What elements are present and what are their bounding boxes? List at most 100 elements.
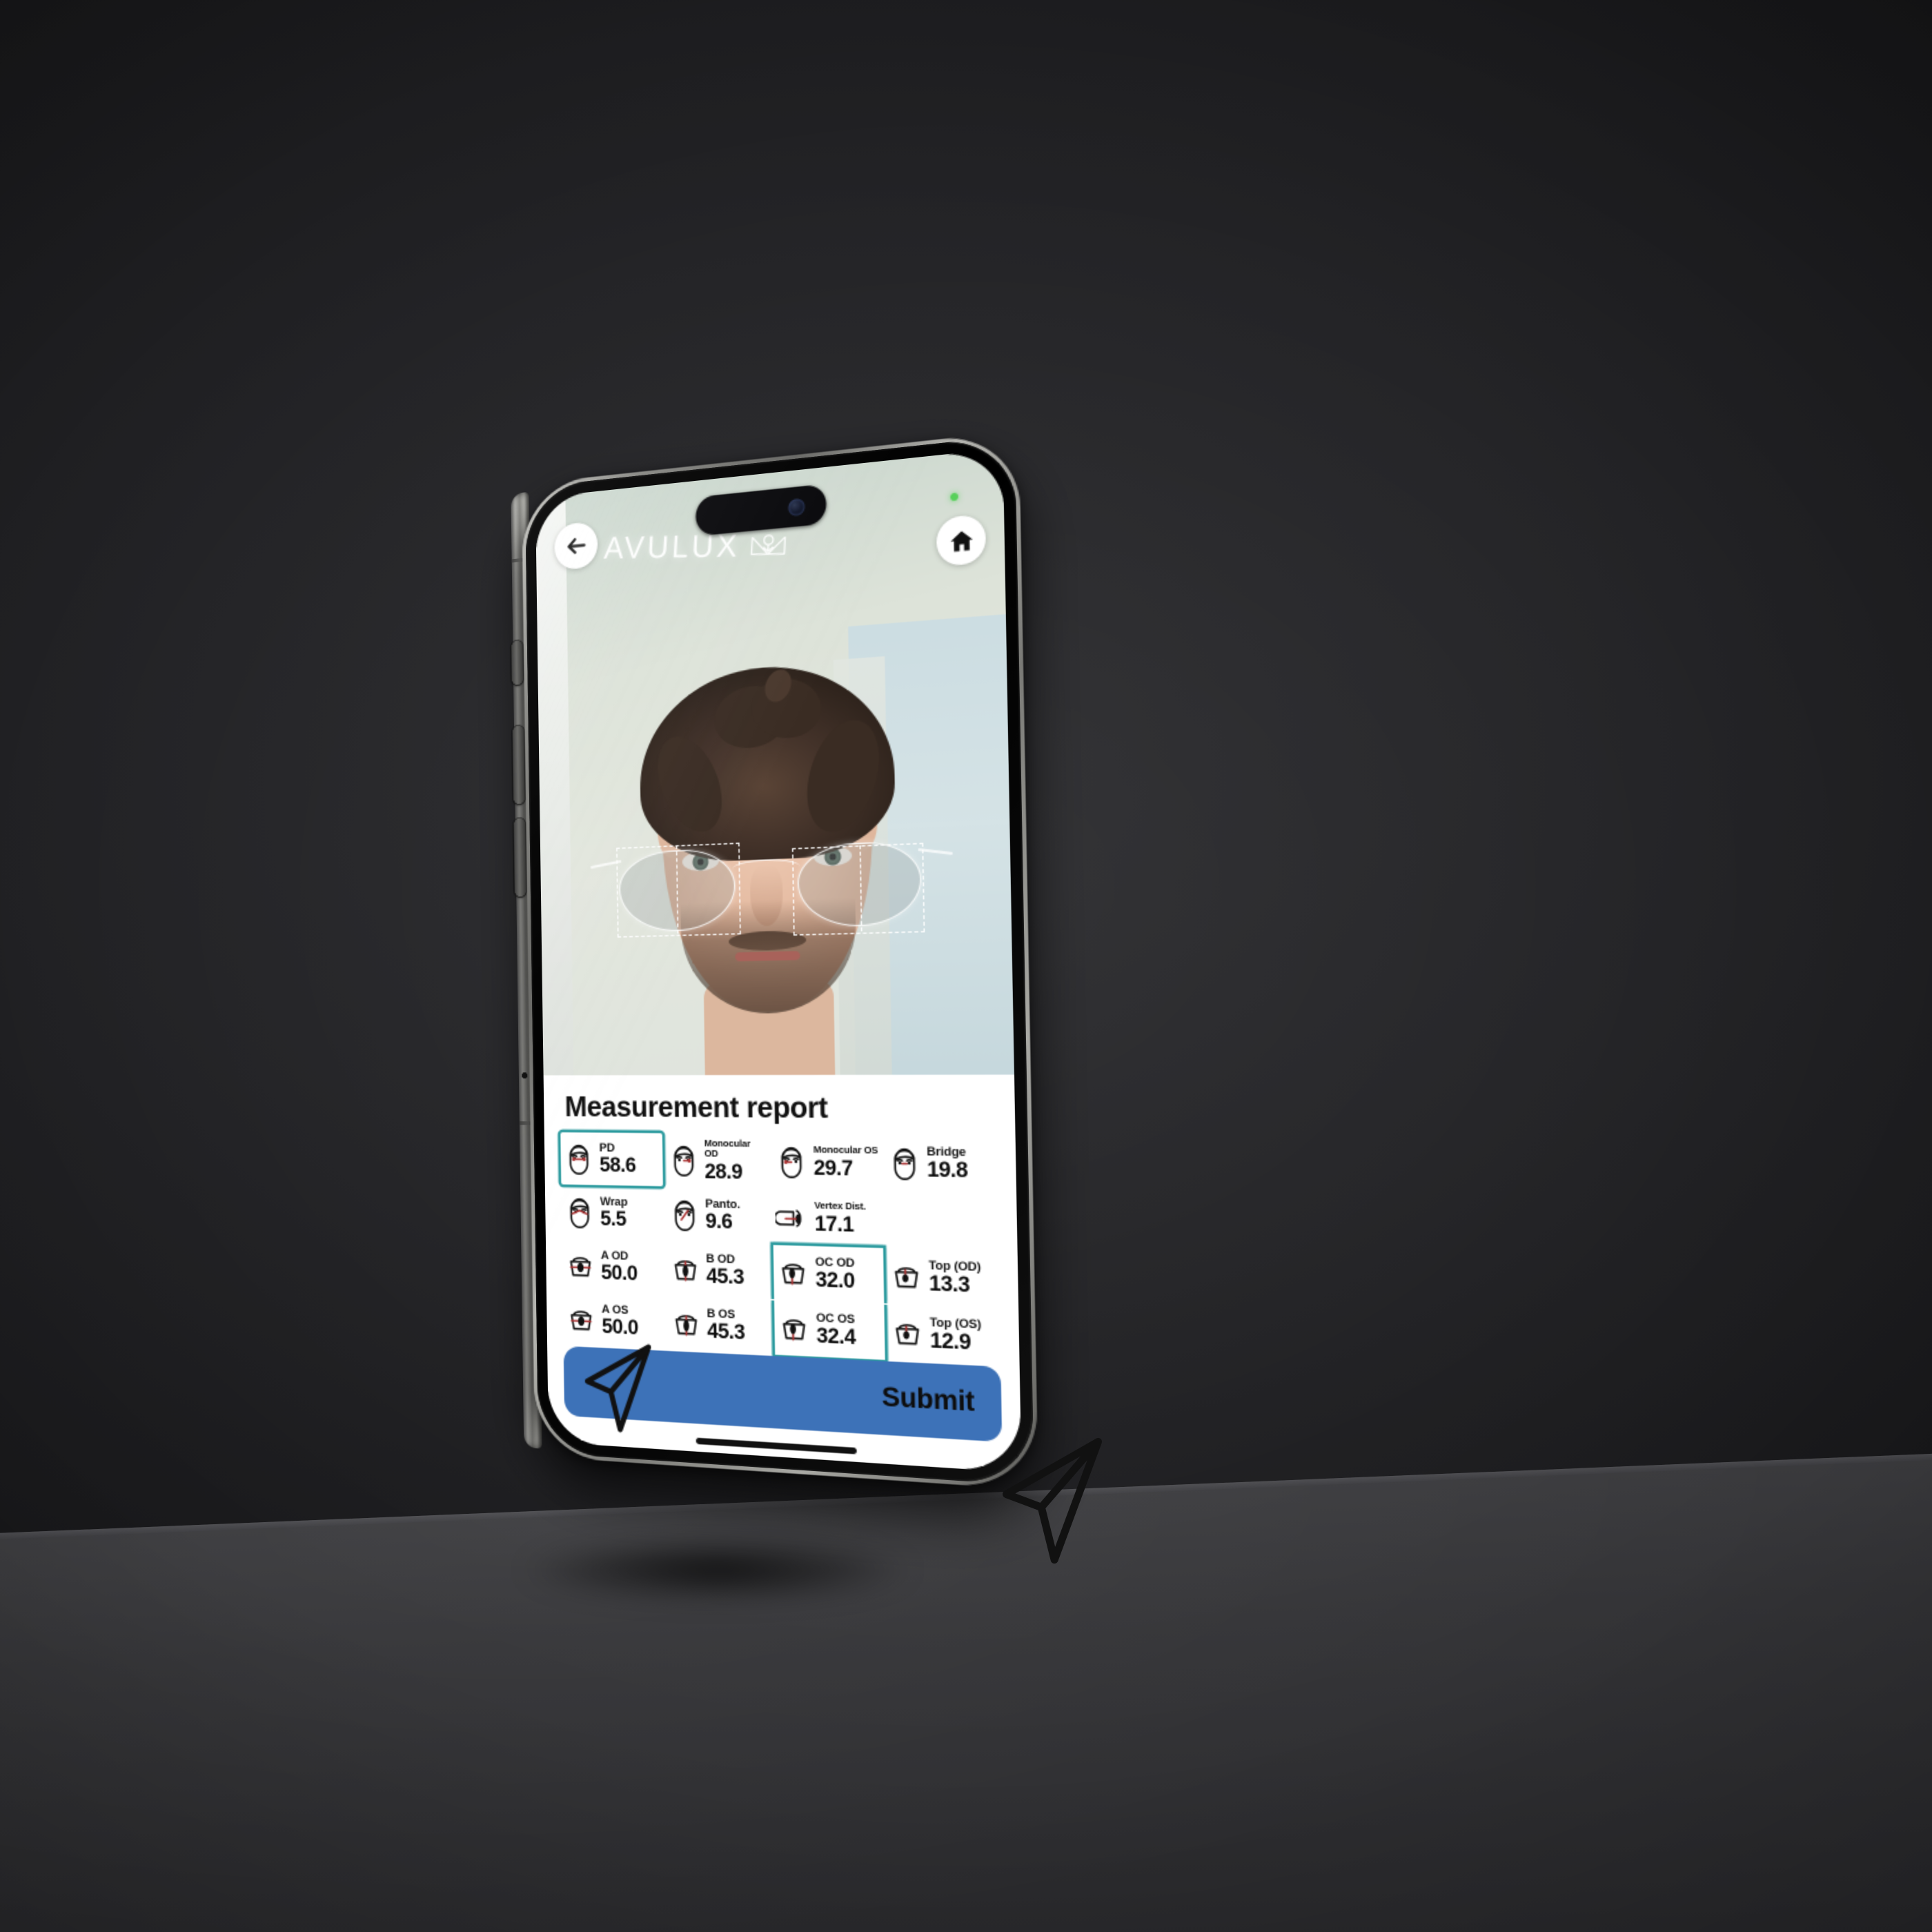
lens-top-os-icon xyxy=(889,1314,925,1352)
measurement-report-panel: Measurement report PD 58.6 Monocular OD 28.… xyxy=(543,1074,1022,1473)
metric-label: Monocular OD xyxy=(704,1136,751,1160)
front-camera-lens xyxy=(788,497,805,516)
metric-label: OC OS xyxy=(816,1310,855,1327)
face-wrap-icon xyxy=(564,1195,595,1230)
face-panto-icon xyxy=(667,1197,700,1232)
metric-value: 45.3 xyxy=(706,1264,745,1290)
volume-down-button[interactable] xyxy=(513,818,526,897)
hair-tuft xyxy=(645,726,735,842)
face-bridge-icon xyxy=(886,1145,922,1181)
metric-vertex-dist: Vertex Dist. 17.1 xyxy=(772,1190,883,1247)
metric-wrap: Wrap 5.5 xyxy=(561,1185,663,1241)
metric-value: 19.8 xyxy=(927,1158,968,1183)
metric-label: Bridge xyxy=(926,1144,967,1160)
camera-preview: AVULUX xyxy=(535,448,1015,1076)
home-indicator xyxy=(696,1437,857,1455)
metric-label: Panto. xyxy=(704,1196,740,1212)
metric-text: Panto. 9.6 xyxy=(704,1196,741,1234)
glasses-temple-right xyxy=(918,848,953,855)
lens-top-od-icon xyxy=(888,1258,924,1294)
metric-text: Monocular OD 28.9 xyxy=(704,1136,768,1184)
hair-tuft xyxy=(710,679,793,755)
metric-value: 17.1 xyxy=(814,1212,854,1236)
lens-top-os-icon xyxy=(889,1314,925,1352)
lens-a-od-icon xyxy=(564,1248,597,1283)
room-wall-right xyxy=(848,614,1015,1075)
metric-b-os: B OS 45.3 xyxy=(667,1297,773,1354)
phone-mockup: AVULUX Measurement report PD 58.6 Monocu… xyxy=(497,431,1038,1490)
back-button[interactable] xyxy=(554,521,598,571)
lens-a-od-icon xyxy=(564,1248,597,1283)
metrics-grid: PD 58.6 Monocular OD 28.9 Monocular OS 29.7 Br… xyxy=(560,1132,1000,1366)
face-monocular-os-icon xyxy=(774,1144,809,1179)
paper-plane-icon xyxy=(580,1339,657,1437)
metric-value: 13.3 xyxy=(929,1272,970,1298)
lens-top-od-icon xyxy=(888,1258,924,1294)
lens-a-os-icon xyxy=(565,1302,598,1337)
face-monocular-od-icon xyxy=(667,1143,700,1177)
metric-label: A OD xyxy=(600,1248,629,1263)
mouth xyxy=(735,951,800,962)
scene: AVULUX Measurement report PD 58.6 Monocu… xyxy=(0,0,1932,1932)
phone-contact-shadow xyxy=(455,1528,980,1611)
metric-label: Top (OD) xyxy=(928,1258,981,1274)
lens-b-os-icon xyxy=(669,1306,702,1342)
metric-label: Top (OS) xyxy=(929,1314,982,1332)
measurement-box-right xyxy=(791,842,925,936)
metric-value: 9.6 xyxy=(705,1210,733,1234)
lens-oc-os-icon xyxy=(777,1310,811,1347)
metric-text: PD 58.6 xyxy=(599,1141,636,1177)
metric-oc-od: OC OD 32.0 xyxy=(773,1245,884,1303)
phone-screen: AVULUX Measurement report PD 58.6 Monocu… xyxy=(535,448,1022,1473)
home-icon xyxy=(949,529,973,552)
metric-label: Vertex Dist. xyxy=(814,1199,866,1212)
metric-label: B OD xyxy=(706,1251,736,1267)
metric-value: 28.9 xyxy=(704,1160,742,1184)
metric-bridge: Bridge 19.8 xyxy=(883,1135,998,1192)
metric-value: 45.3 xyxy=(707,1319,745,1345)
lens-oc-od-icon xyxy=(776,1254,811,1290)
ear-right xyxy=(848,795,878,851)
metric-label: PD xyxy=(599,1141,615,1155)
face-pd-icon xyxy=(563,1142,595,1176)
vertex-distance-icon xyxy=(775,1199,809,1235)
glasses-lens-right xyxy=(797,840,923,928)
brand-emblem-icon xyxy=(749,531,788,560)
metric-oc-os: OC OS 32.4 xyxy=(774,1301,885,1360)
metric-value: 50.0 xyxy=(602,1315,639,1340)
camera-active-indicator xyxy=(950,492,958,502)
metric-text: Top (OD) 13.3 xyxy=(928,1258,982,1298)
home-button[interactable] xyxy=(936,513,987,567)
back-arrow-icon xyxy=(564,532,589,560)
metric-top-os: Top (OS) 12.9 xyxy=(886,1305,1000,1366)
metric-value: 5.5 xyxy=(600,1208,627,1231)
volume-up-button[interactable] xyxy=(512,725,525,805)
dynamic-island xyxy=(695,484,827,537)
submit-button[interactable]: Submit xyxy=(563,1346,1003,1442)
action-button[interactable] xyxy=(511,640,524,685)
metric-label: A OS xyxy=(601,1302,629,1317)
metric-label: B OS xyxy=(707,1306,736,1322)
face-bridge-icon xyxy=(886,1145,922,1181)
metric-b-od: B OD 45.3 xyxy=(666,1242,772,1299)
hair-tuft xyxy=(795,712,892,840)
face-monocular-os-icon xyxy=(774,1144,809,1179)
lens-oc-od-icon xyxy=(776,1254,811,1290)
metric-monocular-os: Monocular OS 29.7 xyxy=(771,1134,881,1190)
metric-value: 32.4 xyxy=(816,1324,856,1350)
metric-monocular-od: Monocular OD 28.9 xyxy=(664,1133,769,1188)
lens-b-od-icon xyxy=(668,1252,701,1287)
vertex-distance-icon xyxy=(775,1199,809,1235)
metric-text: B OS 45.3 xyxy=(707,1306,745,1345)
measurement-axis-right xyxy=(859,845,862,931)
metric-a-od: A OD 50.0 xyxy=(562,1239,664,1295)
metric-text: Wrap 5.5 xyxy=(600,1194,629,1231)
submit-button-label: Submit xyxy=(881,1382,975,1418)
submit-row: Submit xyxy=(563,1346,1003,1442)
metric-panto: Panto. 9.6 xyxy=(665,1187,771,1243)
measurement-box-left xyxy=(616,842,741,938)
hair xyxy=(638,658,896,865)
metric-value: 58.6 xyxy=(599,1154,636,1177)
face-monocular-od-icon xyxy=(667,1143,700,1177)
microphone-hole xyxy=(522,1072,528,1079)
